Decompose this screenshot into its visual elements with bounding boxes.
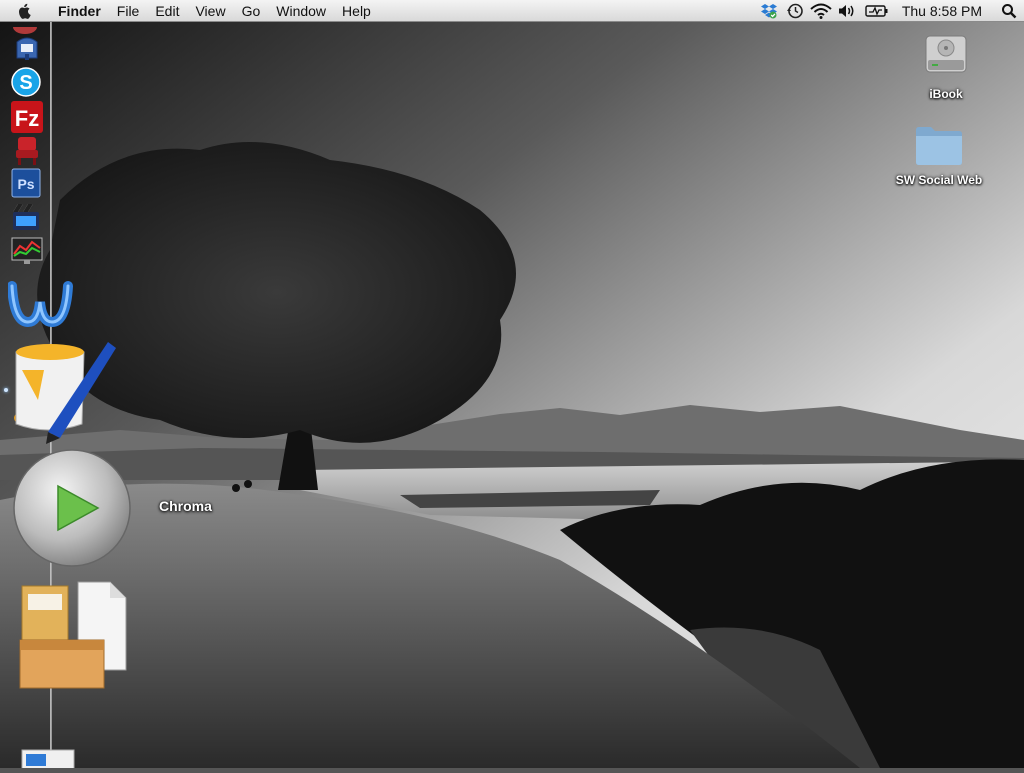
- network-monitor-icon[interactable]: [10, 236, 44, 271]
- dock-tooltip: Chroma: [159, 498, 212, 514]
- volume-icon[interactable]: [834, 0, 860, 22]
- desktop-icon-ibook[interactable]: iBook: [891, 30, 1001, 101]
- desktop-icon-label: SW Social Web: [895, 173, 983, 187]
- photoshop-icon[interactable]: Ps: [11, 168, 41, 203]
- spotlight-search-icon[interactable]: [994, 3, 1024, 19]
- menu-finder[interactable]: Finder: [50, 0, 109, 22]
- menu-edit[interactable]: Edit: [147, 0, 187, 22]
- time-machine-icon[interactable]: [782, 0, 808, 22]
- chroma-play-icon[interactable]: [12, 448, 132, 573]
- word-icon[interactable]: [7, 276, 78, 335]
- word-doc-icon[interactable]: [20, 748, 76, 773]
- desktop-icon-sw-social-web[interactable]: SW Social Web: [884, 124, 994, 187]
- menu-go[interactable]: Go: [234, 0, 269, 22]
- mail-icon[interactable]: [12, 32, 42, 67]
- wifi-icon[interactable]: [808, 0, 834, 22]
- battery-icon[interactable]: [860, 0, 894, 22]
- paint-bucket-icon[interactable]: [8, 340, 118, 449]
- menu-bar: Finder File Edit View Go Window Help Thu…: [0, 0, 1024, 22]
- menu-window[interactable]: Window: [268, 0, 334, 22]
- skype-icon[interactable]: S: [10, 66, 42, 103]
- apple-menu-icon[interactable]: [0, 3, 50, 19]
- desktop-wallpaper: [0, 0, 1024, 768]
- desktop-icon-label: iBook: [929, 87, 963, 101]
- menu-clock[interactable]: Thu 8:58 PM: [894, 3, 994, 19]
- menu-file[interactable]: File: [109, 0, 148, 22]
- running-indicator: [4, 388, 8, 392]
- final-cut-icon[interactable]: [10, 202, 42, 239]
- folder-icon: [916, 127, 962, 165]
- archive-utility-icon[interactable]: [18, 580, 130, 697]
- svg-text:Fz: Fz: [15, 106, 39, 131]
- hard-drive-icon: [925, 35, 967, 73]
- svg-text:Ps: Ps: [17, 176, 34, 192]
- menu-view[interactable]: View: [187, 0, 233, 22]
- menu-help[interactable]: Help: [334, 0, 379, 22]
- svg-text:S: S: [19, 72, 32, 94]
- dropbox-icon[interactable]: [756, 0, 782, 22]
- movie-chair-icon[interactable]: [12, 134, 42, 171]
- menu-extras: Thu 8:58 PM: [756, 0, 1024, 22]
